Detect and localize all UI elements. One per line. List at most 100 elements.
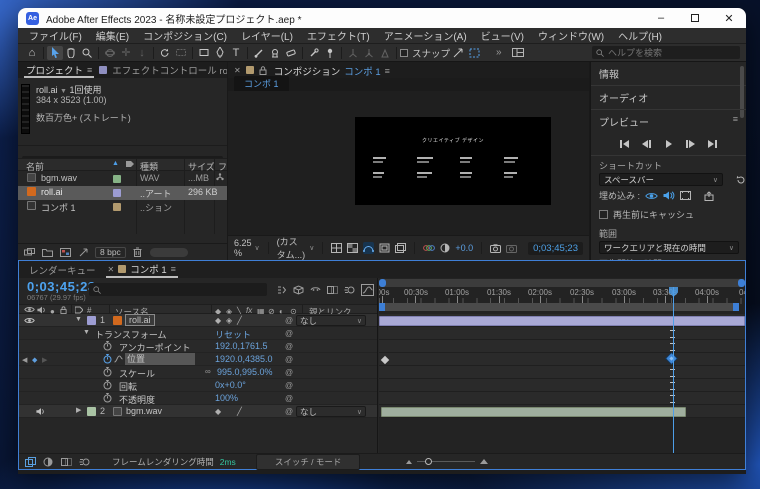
composition-mini-flowchart-icon[interactable] (275, 283, 288, 296)
pickwhip-icon[interactable]: @ (285, 316, 293, 325)
label-color-chip[interactable] (113, 203, 121, 211)
roto-brush-tool-icon[interactable] (306, 46, 322, 60)
frame-blending-toggle-icon[interactable] (60, 456, 72, 467)
range-dropdown[interactable]: ワークエリアと現在の時間 ∨ (599, 241, 739, 254)
label-color-chip[interactable] (113, 189, 121, 197)
pickwhip-icon[interactable]: @ (285, 381, 293, 390)
project-item-roll[interactable]: roll.ai ..アート 296 KB (18, 186, 227, 200)
motion-blur-toggle-icon[interactable] (78, 456, 90, 467)
zoom-in-mountain-icon[interactable] (480, 459, 489, 464)
local-axis-mode-icon[interactable] (345, 46, 361, 60)
workspace-switcher-icon[interactable] (510, 46, 526, 60)
first-frame-button[interactable] (616, 137, 633, 150)
home-icon[interactable]: ⌂ (24, 46, 40, 60)
chevron-down-icon[interactable]: ▼ (60, 88, 67, 95)
shortcut-dropdown[interactable]: スペースバー ∨ (599, 173, 723, 186)
tab-effect-controls[interactable]: エフェクトコントロール roll.ai (112, 63, 227, 77)
reset-preview-icon[interactable] (736, 175, 746, 185)
zoom-slider-knob[interactable] (425, 457, 433, 465)
timeline-search-input[interactable] (104, 282, 244, 297)
menu-layer[interactable]: レイヤー(L) (234, 28, 300, 43)
menu-composition[interactable]: コンポジション(C) (136, 28, 234, 43)
world-axis-mode-icon[interactable] (361, 46, 377, 60)
collapse-switch[interactable]: ◈ (226, 316, 232, 325)
pan-camera-tool-icon[interactable]: ✛ (118, 46, 134, 60)
tab-render-queue[interactable]: レンダーキュー (29, 263, 96, 277)
draft-3d-icon[interactable] (292, 283, 305, 296)
trash-icon[interactable] (132, 247, 144, 258)
new-composition-icon[interactable] (59, 247, 71, 258)
track-row-roll[interactable] (379, 314, 745, 327)
type-tool-icon[interactable]: T (228, 46, 244, 60)
layer-name[interactable]: roll.ai (125, 314, 155, 326)
info-panel-header[interactable]: 情報 (591, 62, 746, 118)
zoom-bar-right-handle[interactable] (738, 279, 745, 287)
panel-menu-icon[interactable]: ≡ (171, 264, 176, 274)
menu-animation[interactable]: アニメーション(A) (377, 28, 474, 43)
mask-visibility-icon[interactable] (363, 242, 375, 254)
timeline-zoom-bar[interactable] (379, 279, 745, 287)
pickwhip-icon[interactable]: @ (285, 368, 293, 377)
composition-marker-icon[interactable] (24, 456, 36, 467)
brush-tool-icon[interactable] (251, 46, 267, 60)
eraser-tool-icon[interactable] (283, 46, 299, 60)
quality-toggle[interactable]: ╱ (237, 316, 242, 325)
label-column-icon[interactable] (126, 160, 134, 168)
property-name-selected[interactable]: 位置 (125, 353, 195, 365)
dolly-camera-tool-icon[interactable]: ↓ (134, 46, 150, 60)
proxy-icon[interactable] (77, 247, 89, 258)
toolbar-overflow-icon[interactable]: » (496, 47, 502, 58)
view-axis-mode-icon[interactable] (377, 46, 393, 60)
time-ruler[interactable]: 00s 00:30s 01:00s 01:30s 02:00s 02:30s 0… (379, 288, 745, 298)
zoom-out-mountain-icon[interactable] (406, 459, 413, 464)
panel-menu-icon[interactable]: ≡ (733, 114, 738, 129)
quality-switch[interactable]: ◆ (215, 407, 221, 416)
track-row-transform[interactable] (379, 327, 745, 340)
work-area-end-handle[interactable] (733, 303, 739, 311)
puppet-pin-tool-icon[interactable] (322, 46, 338, 60)
menu-view[interactable]: ビュー(V) (474, 28, 531, 43)
current-time-display[interactable]: 0;03;45;23 (27, 279, 96, 294)
track-row-opacity[interactable] (379, 392, 745, 405)
audio-panel-header[interactable]: オーディオ (591, 86, 746, 110)
snap-checkbox[interactable] (400, 48, 408, 57)
scale-arrow-icon[interactable] (450, 46, 466, 60)
new-folder-icon[interactable] (41, 247, 53, 258)
camera-tool-icon[interactable] (173, 46, 189, 60)
transparency-grid-toggle-icon[interactable] (42, 456, 54, 467)
eye-icon[interactable] (24, 317, 35, 324)
layer-row-bgm[interactable]: ▶ 2 bgm.wav ◆ ╱ @ なし ∨ (19, 405, 377, 418)
next-keyframe-icon[interactable]: ▶ (42, 356, 47, 364)
layer-bar-bgm[interactable] (381, 406, 686, 417)
transform-group-row[interactable]: ▼ トランスフォーム リセット @ (19, 327, 377, 340)
panel-menu-icon[interactable]: ≡ (385, 66, 390, 76)
timeline-zoom-slider[interactable] (406, 457, 489, 465)
property-value[interactable]: 995.0,995.0% (217, 367, 273, 377)
pickwhip-icon[interactable]: @ (285, 407, 293, 416)
tab-project[interactable]: プロジェクト ≡ (24, 62, 95, 78)
switch-mode-button[interactable]: スイッチ / モード (255, 453, 361, 470)
project-bit-depth-button[interactable]: 8 bpc (95, 246, 126, 258)
quality-toggle[interactable]: ╱ (237, 407, 242, 416)
transparency-grid-icon[interactable] (347, 242, 359, 254)
previous-frame-button[interactable] (638, 137, 655, 150)
layer-name[interactable]: bgm.wav (126, 406, 162, 416)
show-snapshot-icon[interactable] (506, 242, 518, 254)
cache-before-row[interactable]: 再生前にキャッシュ (591, 205, 746, 224)
keyframe-here-icon[interactable]: ◆ (32, 356, 37, 364)
property-value[interactable]: 0x+0.0° (215, 380, 246, 390)
work-area-start-handle[interactable] (379, 303, 385, 311)
property-value[interactable]: 100% (215, 393, 238, 403)
clone-stamp-tool-icon[interactable] (267, 46, 283, 60)
include-audio-icon[interactable] (663, 191, 675, 200)
parent-dropdown[interactable]: なし ∨ (296, 406, 366, 417)
sort-ascending-icon[interactable]: ▲ (112, 160, 119, 167)
property-row-position[interactable]: ◀ ◆ ▶ 位置 1920.0,4385.0 @ (19, 353, 377, 366)
checkerboard-icon[interactable] (395, 242, 407, 254)
minimize-button[interactable]: – (644, 8, 678, 28)
share-icon[interactable] (704, 190, 714, 201)
frame-blending-icon[interactable] (326, 283, 339, 296)
label-color-chip[interactable] (113, 175, 121, 183)
hand-tool-icon[interactable] (63, 46, 79, 60)
cache-before-checkbox[interactable] (599, 210, 608, 219)
